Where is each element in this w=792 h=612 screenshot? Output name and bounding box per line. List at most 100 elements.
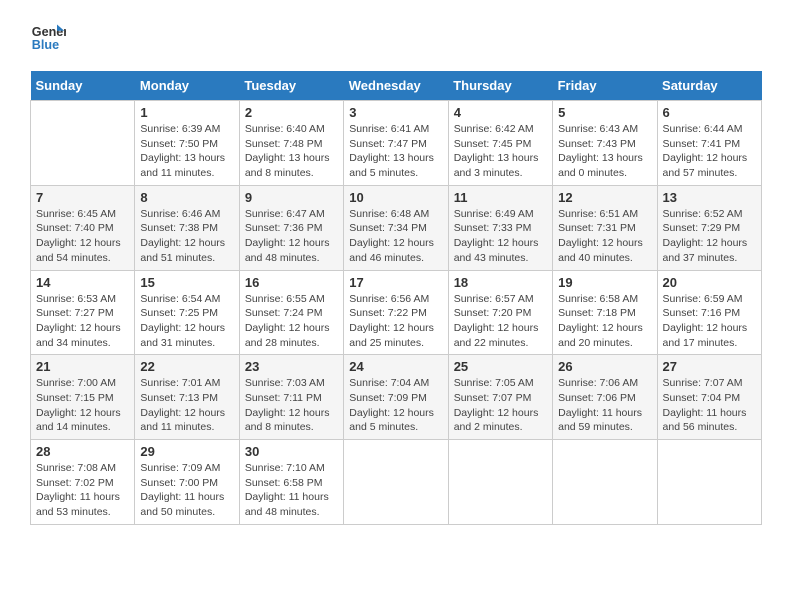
calendar-week-row: 21 Sunrise: 7:00 AMSunset: 7:15 PMDayligh…	[31, 355, 762, 440]
calendar-cell: 26 Sunrise: 7:06 AMSunset: 7:06 PMDayligh…	[553, 355, 657, 440]
calendar-cell: 17 Sunrise: 6:56 AMSunset: 7:22 PMDayligh…	[344, 270, 448, 355]
day-number: 21	[36, 359, 129, 374]
calendar-header-row: SundayMondayTuesdayWednesdayThursdayFrid…	[31, 71, 762, 101]
sun-info: Sunrise: 7:01 AMSunset: 7:13 PMDaylight:…	[140, 376, 233, 435]
day-of-week-header: Thursday	[448, 71, 552, 101]
sun-info: Sunrise: 6:52 AMSunset: 7:29 PMDaylight:…	[663, 207, 756, 266]
calendar-cell	[344, 440, 448, 525]
calendar-cell	[657, 440, 761, 525]
sun-info: Sunrise: 6:44 AMSunset: 7:41 PMDaylight:…	[663, 122, 756, 181]
calendar-cell: 20 Sunrise: 6:59 AMSunset: 7:16 PMDayligh…	[657, 270, 761, 355]
calendar-cell: 15Sunrise: 6:54 AMSunset: 7:25 PMDayligh…	[135, 270, 239, 355]
calendar-cell: 18 Sunrise: 6:57 AMSunset: 7:20 PMDayligh…	[448, 270, 552, 355]
sun-info: Sunrise: 6:59 AMSunset: 7:16 PMDaylight:…	[663, 292, 756, 351]
calendar-cell: 22 Sunrise: 7:01 AMSunset: 7:13 PMDayligh…	[135, 355, 239, 440]
day-number: 12	[558, 190, 651, 205]
day-of-week-header: Sunday	[31, 71, 135, 101]
calendar-cell: 13 Sunrise: 6:52 AMSunset: 7:29 PMDayligh…	[657, 185, 761, 270]
day-number: 17	[349, 275, 442, 290]
day-number: 14	[36, 275, 129, 290]
sun-info: Sunrise: 6:53 AMSunset: 7:27 PMDaylight:…	[36, 292, 129, 351]
calendar-week-row: 1Sunrise: 6:39 AMSunset: 7:50 PMDaylight…	[31, 101, 762, 186]
day-number: 26	[558, 359, 651, 374]
calendar-cell: 16 Sunrise: 6:55 AMSunset: 7:24 PMDayligh…	[239, 270, 343, 355]
sun-info: Sunrise: 6:56 AMSunset: 7:22 PMDaylight:…	[349, 292, 442, 351]
day-number: 2	[245, 105, 338, 120]
day-number: 11	[454, 190, 547, 205]
sun-info: Sunrise: 7:08 AMSunset: 7:02 PMDaylight:…	[36, 461, 129, 520]
sun-info: Sunrise: 7:03 AMSunset: 7:11 PMDaylight:…	[245, 376, 338, 435]
sun-info: Sunrise: 6:46 AMSunset: 7:38 PMDaylight:…	[140, 207, 233, 266]
calendar-cell	[31, 101, 135, 186]
calendar-cell: 14 Sunrise: 6:53 AMSunset: 7:27 PMDayligh…	[31, 270, 135, 355]
day-number: 19	[558, 275, 651, 290]
logo-icon: General Blue	[30, 20, 66, 56]
sun-info: Sunrise: 6:55 AMSunset: 7:24 PMDaylight:…	[245, 292, 338, 351]
sun-info: Sunrise: 7:10 AMSunset: 6:58 PMDaylight:…	[245, 461, 338, 520]
logo: General Blue	[30, 20, 66, 56]
calendar-week-row: 14 Sunrise: 6:53 AMSunset: 7:27 PMDayligh…	[31, 270, 762, 355]
sun-info: Sunrise: 6:57 AMSunset: 7:20 PMDaylight:…	[454, 292, 547, 351]
day-number: 9	[245, 190, 338, 205]
sun-info: Sunrise: 6:47 AMSunset: 7:36 PMDaylight:…	[245, 207, 338, 266]
sun-info: Sunrise: 6:54 AMSunset: 7:25 PMDaylight:…	[140, 292, 233, 351]
day-of-week-header: Wednesday	[344, 71, 448, 101]
day-number: 28	[36, 444, 129, 459]
day-number: 7	[36, 190, 129, 205]
calendar-cell: 2 Sunrise: 6:40 AMSunset: 7:48 PMDaylight…	[239, 101, 343, 186]
sun-info: Sunrise: 7:06 AMSunset: 7:06 PMDaylight:…	[558, 376, 651, 435]
day-number: 25	[454, 359, 547, 374]
sun-info: Sunrise: 6:51 AMSunset: 7:31 PMDaylight:…	[558, 207, 651, 266]
calendar-cell: 3 Sunrise: 6:41 AMSunset: 7:47 PMDaylight…	[344, 101, 448, 186]
sun-info: Sunrise: 7:09 AMSunset: 7:00 PMDaylight:…	[140, 461, 233, 520]
calendar-cell	[553, 440, 657, 525]
calendar-week-row: 28 Sunrise: 7:08 AMSunset: 7:02 PMDayligh…	[31, 440, 762, 525]
sun-info: Sunrise: 7:07 AMSunset: 7:04 PMDaylight:…	[663, 376, 756, 435]
calendar-cell: 5 Sunrise: 6:43 AMSunset: 7:43 PMDaylight…	[553, 101, 657, 186]
calendar-cell: 24Sunrise: 7:04 AMSunset: 7:09 PMDayligh…	[344, 355, 448, 440]
day-of-week-header: Tuesday	[239, 71, 343, 101]
day-number: 20	[663, 275, 756, 290]
day-number: 24	[349, 359, 442, 374]
calendar-cell: 4 Sunrise: 6:42 AMSunset: 7:45 PMDaylight…	[448, 101, 552, 186]
day-number: 13	[663, 190, 756, 205]
sun-info: Sunrise: 6:43 AMSunset: 7:43 PMDaylight:…	[558, 122, 651, 181]
calendar-cell: 29 Sunrise: 7:09 AMSunset: 7:00 PMDayligh…	[135, 440, 239, 525]
sun-info: Sunrise: 6:48 AMSunset: 7:34 PMDaylight:…	[349, 207, 442, 266]
calendar-cell: 25 Sunrise: 7:05 AMSunset: 7:07 PMDayligh…	[448, 355, 552, 440]
sun-info: Sunrise: 7:05 AMSunset: 7:07 PMDaylight:…	[454, 376, 547, 435]
day-number: 30	[245, 444, 338, 459]
sun-info: Sunrise: 6:45 AMSunset: 7:40 PMDaylight:…	[36, 207, 129, 266]
sun-info: Sunrise: 6:49 AMSunset: 7:33 PMDaylight:…	[454, 207, 547, 266]
day-number: 5	[558, 105, 651, 120]
sun-info: Sunrise: 6:41 AMSunset: 7:47 PMDaylight:…	[349, 122, 442, 181]
day-of-week-header: Monday	[135, 71, 239, 101]
page-header: General Blue	[30, 20, 762, 56]
day-number: 22	[140, 359, 233, 374]
day-number: 29	[140, 444, 233, 459]
day-number: 1	[140, 105, 233, 120]
day-number: 10	[349, 190, 442, 205]
calendar-cell: 8 Sunrise: 6:46 AMSunset: 7:38 PMDaylight…	[135, 185, 239, 270]
calendar-cell: 7 Sunrise: 6:45 AMSunset: 7:40 PMDaylight…	[31, 185, 135, 270]
day-of-week-header: Friday	[553, 71, 657, 101]
day-number: 27	[663, 359, 756, 374]
calendar-cell: 30 Sunrise: 7:10 AMSunset: 6:58 PMDayligh…	[239, 440, 343, 525]
sun-info: Sunrise: 6:42 AMSunset: 7:45 PMDaylight:…	[454, 122, 547, 181]
day-number: 16	[245, 275, 338, 290]
calendar-table: SundayMondayTuesdayWednesdayThursdayFrid…	[30, 71, 762, 525]
day-number: 8	[140, 190, 233, 205]
calendar-cell: 27 Sunrise: 7:07 AMSunset: 7:04 PMDayligh…	[657, 355, 761, 440]
calendar-cell: 1Sunrise: 6:39 AMSunset: 7:50 PMDaylight…	[135, 101, 239, 186]
day-number: 3	[349, 105, 442, 120]
calendar-cell	[448, 440, 552, 525]
day-number: 18	[454, 275, 547, 290]
day-number: 4	[454, 105, 547, 120]
sun-info: Sunrise: 6:58 AMSunset: 7:18 PMDaylight:…	[558, 292, 651, 351]
calendar-cell: 6Sunrise: 6:44 AMSunset: 7:41 PMDaylight…	[657, 101, 761, 186]
calendar-cell: 12 Sunrise: 6:51 AMSunset: 7:31 PMDayligh…	[553, 185, 657, 270]
calendar-cell: 11 Sunrise: 6:49 AMSunset: 7:33 PMDayligh…	[448, 185, 552, 270]
sun-info: Sunrise: 6:40 AMSunset: 7:48 PMDaylight:…	[245, 122, 338, 181]
sun-info: Sunrise: 7:00 AMSunset: 7:15 PMDaylight:…	[36, 376, 129, 435]
calendar-cell: 9 Sunrise: 6:47 AMSunset: 7:36 PMDaylight…	[239, 185, 343, 270]
